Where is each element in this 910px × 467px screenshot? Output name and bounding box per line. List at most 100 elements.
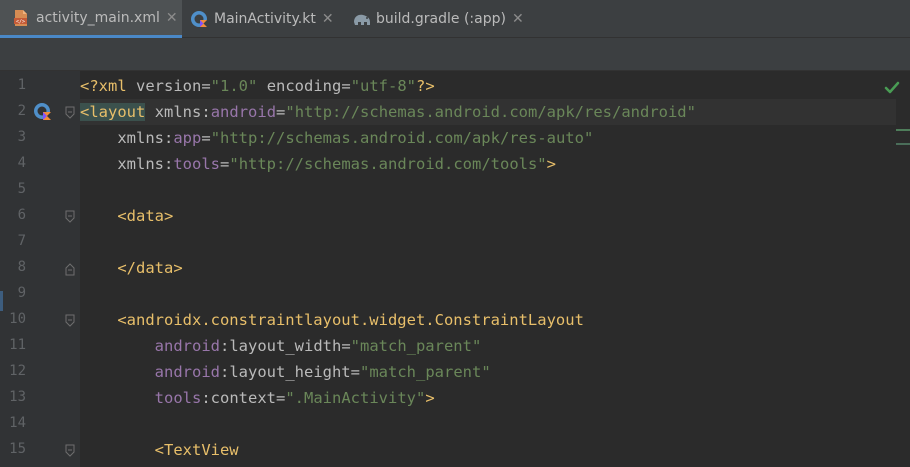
code-line-10[interactable]: <androidx.constraintlayout.widget.Constr… — [80, 307, 584, 333]
tab-label: build.gradle (:app) — [376, 11, 506, 27]
scrollbar-marker[interactable] — [896, 129, 910, 131]
fold-open-icon[interactable] — [65, 209, 75, 223]
line-number: 13 — [9, 389, 26, 405]
code-line-1[interactable]: <?xml version="1.0" encoding="utf-8"?> — [80, 73, 435, 99]
tab-label: MainActivity.kt — [214, 11, 316, 27]
tab-activity-main-xml[interactable]: </> activity_main.xml ✕ — [0, 0, 182, 38]
code-token: app — [173, 129, 202, 147]
fold-open-icon[interactable] — [65, 105, 75, 119]
gutter-line: 14 — [0, 411, 80, 437]
code-line-3[interactable]: xmlns:app="http://schemas.android.com/ap… — [80, 125, 593, 151]
code-token: < — [80, 103, 90, 121]
code-line-4[interactable]: xmlns:tools="http://schemas.android.com/… — [80, 151, 556, 177]
line-number: 5 — [17, 181, 26, 197]
xml-file-icon: </> — [12, 9, 30, 27]
editor-tab-bar: </> activity_main.xml ✕ MainActivity.kt … — [0, 0, 910, 38]
line-number: 6 — [17, 207, 26, 223]
code-token: <androidx.constraintlayout.widget.Constr… — [117, 311, 584, 329]
code-token: android — [154, 337, 220, 355]
scrollbar-marker[interactable] — [896, 143, 910, 145]
fold-close-icon[interactable] — [65, 261, 75, 276]
code-token: : — [219, 363, 230, 381]
code-editor[interactable]: 1 2 3 4 5 6 7 8 9 10 11 12 13 14 15 <?xm… — [0, 71, 910, 467]
gutter-line: 3 — [0, 125, 80, 151]
line-number: 4 — [17, 155, 26, 171]
code-token: = — [201, 129, 211, 147]
code-token: version — [136, 77, 202, 95]
gutter-line: 11 — [0, 333, 80, 359]
code-token: "match_parent" — [350, 337, 482, 355]
code-token: xmlns — [117, 155, 164, 173]
code-line-13[interactable]: tools:context=".MainActivity"> — [80, 385, 435, 411]
code-token: = — [276, 389, 286, 407]
code-token: > — [546, 155, 556, 173]
tab-mainactivity-kt[interactable]: MainActivity.kt ✕ — [190, 0, 340, 38]
gradle-elephant-icon — [352, 10, 370, 28]
code-token: layout — [89, 103, 146, 121]
code-token: : — [164, 129, 174, 147]
code-token: = — [201, 77, 211, 95]
code-token: context — [210, 389, 276, 407]
code-line-8[interactable]: </data> — [80, 255, 182, 281]
code-token: tools — [173, 155, 221, 173]
code-token: = — [220, 155, 230, 173]
code-token: : — [201, 389, 211, 407]
code-token: ?> — [416, 77, 435, 95]
line-number: 7 — [17, 233, 26, 249]
code-token: xmlns — [117, 129, 164, 147]
gutter-edge-marker — [0, 291, 3, 311]
code-token: xmlns — [154, 103, 202, 121]
line-number: 8 — [17, 259, 26, 275]
line-number: 11 — [9, 337, 26, 353]
line-number: 14 — [9, 415, 26, 431]
code-token: : — [164, 155, 174, 173]
kotlin-activity-link-icon[interactable] — [33, 102, 53, 122]
line-number: 9 — [17, 285, 26, 301]
close-icon[interactable]: ✕ — [322, 11, 334, 27]
gutter-line: 9 — [0, 281, 80, 307]
gutter-line: 15 — [0, 437, 80, 463]
code-token: "utf-8" — [350, 77, 417, 95]
close-icon[interactable]: ✕ — [512, 11, 524, 27]
tab-build-gradle[interactable]: build.gradle (:app) ✕ — [352, 0, 532, 38]
code-line-11[interactable]: android:layout_width="match_parent" — [80, 333, 482, 359]
close-icon[interactable]: ✕ — [166, 10, 178, 26]
code-line-15[interactable]: <TextView — [80, 437, 239, 463]
fold-open-icon[interactable] — [65, 443, 75, 457]
code-token: = — [341, 77, 351, 95]
code-line-12[interactable]: android:layout_height="match_parent" — [80, 359, 491, 385]
line-number: 1 — [17, 77, 26, 93]
kotlin-file-icon — [190, 10, 208, 28]
line-number: 12 — [9, 363, 26, 379]
gutter-line: 1 — [0, 73, 80, 99]
code-token: encoding — [266, 77, 342, 95]
line-gutter: 1 2 3 4 5 6 7 8 9 10 11 12 13 14 15 — [0, 71, 80, 467]
code-token: > — [425, 389, 435, 407]
code-token: tools — [154, 389, 202, 407]
line-number: 2 — [17, 103, 26, 119]
check-icon[interactable] — [884, 80, 900, 96]
code-line-2[interactable]: <layout xmlns:android="http://schemas.an… — [80, 99, 896, 125]
line-number: 3 — [17, 129, 26, 145]
code-line-6[interactable]: <data> — [80, 203, 173, 229]
fold-open-icon[interactable] — [65, 313, 75, 327]
code-token: : — [219, 337, 230, 355]
code-token: "http://schemas.android.com/tools" — [229, 155, 547, 173]
code-token: "http://schemas.android.com/apk/res/andr… — [285, 103, 696, 121]
code-token: <?xml — [80, 77, 136, 95]
line-number: 15 — [9, 441, 26, 457]
gutter-line: 4 — [0, 151, 80, 177]
code-token: android — [154, 363, 220, 381]
code-token: <data> — [117, 207, 174, 225]
code-token: = — [341, 337, 351, 355]
gutter-line: 5 — [0, 177, 80, 203]
gutter-line: 8 — [0, 255, 80, 281]
